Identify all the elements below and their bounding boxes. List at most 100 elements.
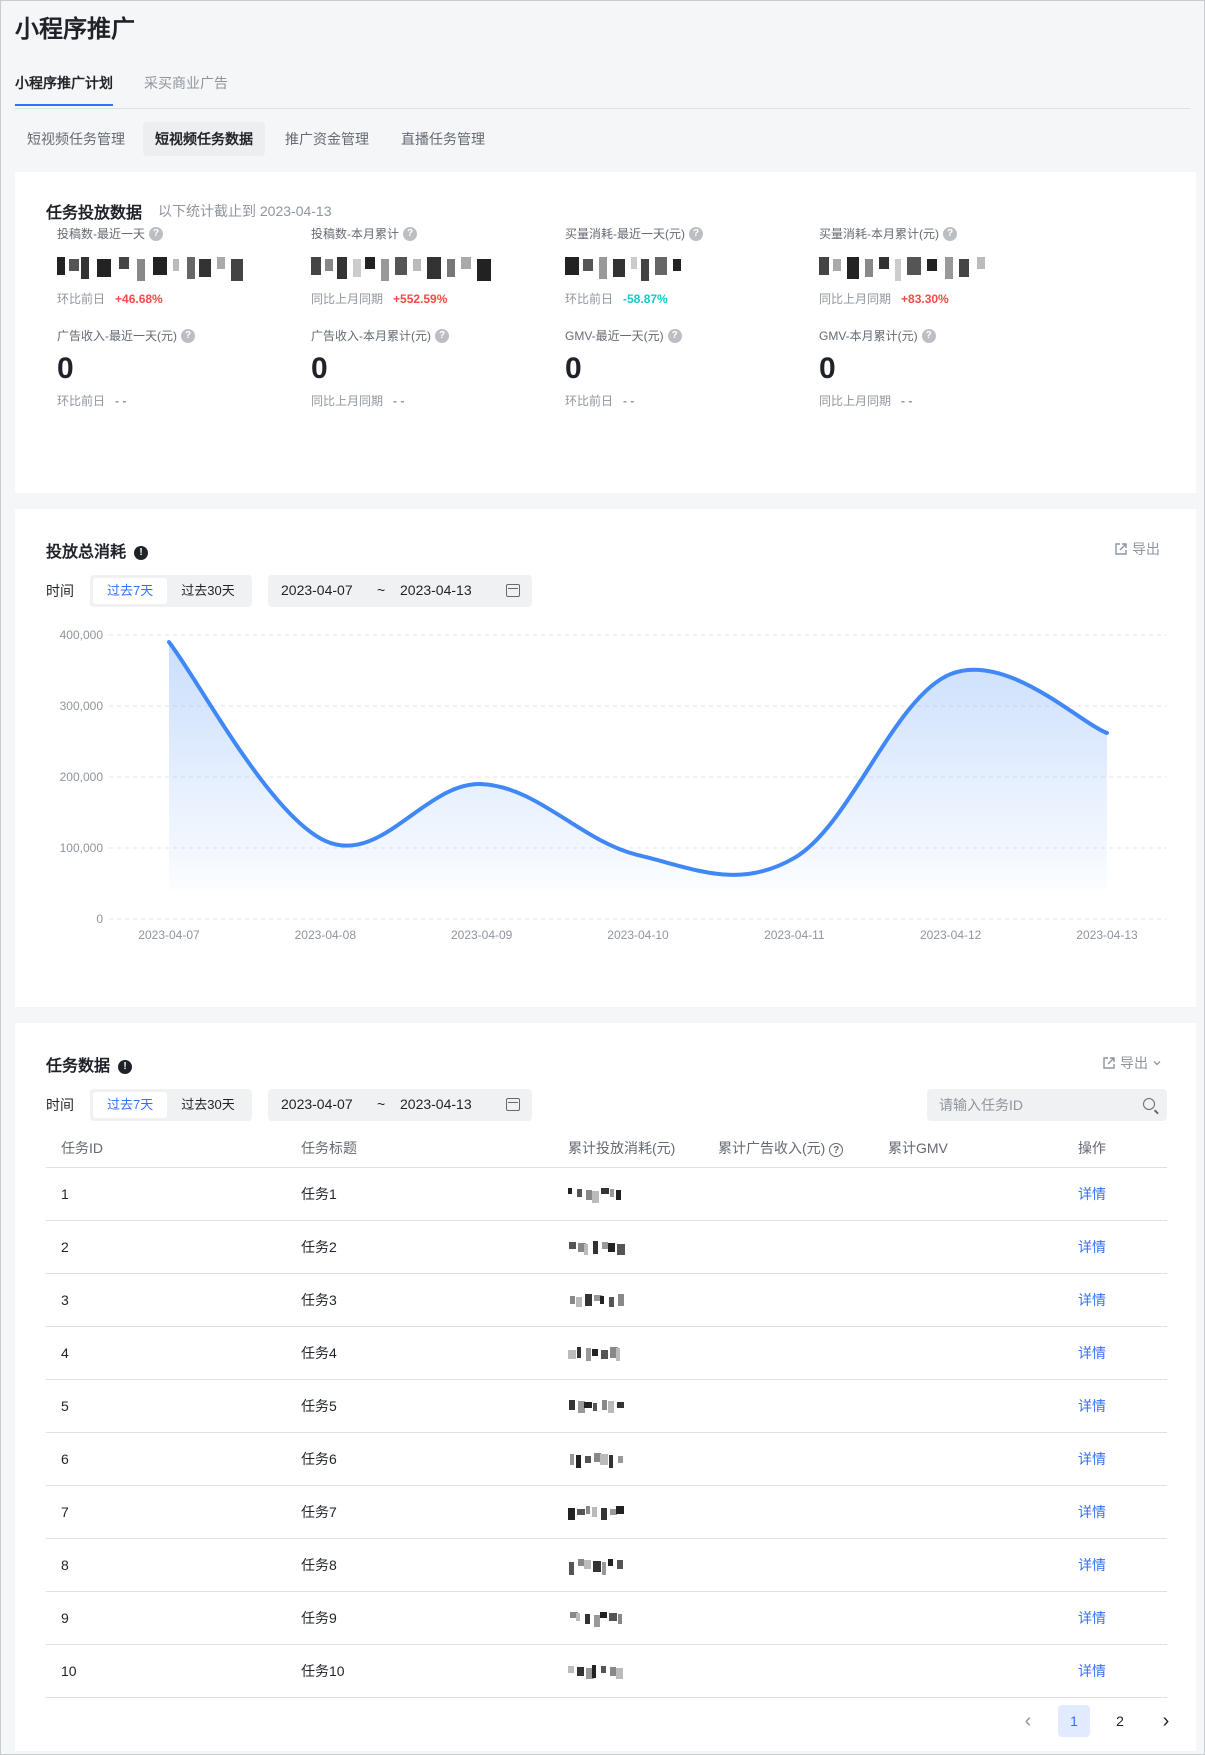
task-action-cell: 详情 — [1063, 1591, 1167, 1645]
stat-compare-label: 同比上月同期 — [819, 292, 892, 306]
tasks-date-range[interactable]: 2023-04-07 ~ 2023-04-13 — [268, 1089, 532, 1121]
spend-range-switch: 过去7天 过去30天 — [90, 575, 252, 607]
spend-date-range[interactable]: 2023-04-07 ~ 2023-04-13 — [268, 575, 532, 607]
help-icon[interactable]: ? — [921, 328, 936, 343]
detail-link[interactable]: 详情 — [1078, 1186, 1106, 1202]
tasks-card: 任务数据! 导出 时间 过去7天 过去30天 2023-04-07 ~ 2023… — [15, 1023, 1196, 1751]
help-icon[interactable]: ? — [943, 226, 957, 241]
tasks-date-end: 2023-04-13 — [400, 1096, 472, 1112]
spend-time-label: 时间 — [46, 583, 74, 599]
detail-link[interactable]: 详情 — [1078, 1504, 1106, 1520]
task-gmv-cell — [873, 1220, 1063, 1274]
stat-label-text: 买量消耗-本月累计(元) — [819, 227, 939, 241]
task-gmv-cell — [873, 1644, 1063, 1698]
subtab-video-task-data[interactable]: 短视频任务数据 — [143, 122, 265, 156]
spend-title-text: 投放总消耗 — [46, 544, 127, 561]
subtab-live-task-manage[interactable]: 直播任务管理 — [389, 122, 497, 156]
task-ad-revenue-cell — [703, 1485, 873, 1539]
masked-value — [568, 1664, 632, 1679]
search-icon[interactable] — [1143, 1098, 1155, 1110]
detail-link[interactable]: 详情 — [1078, 1663, 1106, 1679]
task-ad-revenue-cell — [703, 1273, 873, 1327]
stat-label-text: 广告收入-本月累计(元) — [311, 329, 431, 343]
table-row: 2 任务2 详情 — [46, 1220, 1167, 1274]
spend-range-7d[interactable]: 过去7天 — [93, 578, 168, 604]
task-id-cell: 5 — [46, 1379, 286, 1433]
stat-label: GMV-本月累计(元)? — [819, 327, 1079, 344]
detail-link[interactable]: 详情 — [1078, 1557, 1106, 1573]
task-spend-cell — [553, 1220, 703, 1274]
stat-value: 0 — [565, 352, 582, 385]
stat-compare: 同比上月同期 +83.30% — [819, 290, 1079, 307]
detail-link[interactable]: 详情 — [1078, 1451, 1106, 1467]
info-icon[interactable]: ! — [118, 1059, 133, 1074]
stat-compare: 环比前日 +46.68% — [57, 290, 317, 307]
spend-export-label: 导出 — [1132, 541, 1160, 557]
y-tick-label: 400,000 — [60, 628, 104, 642]
masked-value — [568, 1611, 632, 1627]
stat-compare-label: 同比上月同期 — [311, 394, 384, 408]
table-row: 9 任务9 详情 — [46, 1591, 1167, 1645]
table-row: 4 任务4 详情 — [46, 1326, 1167, 1380]
spend-range-30d[interactable]: 过去30天 — [167, 578, 248, 604]
overview-title: 任务投放数据 — [46, 205, 143, 222]
tab-buy-ads[interactable]: 采买商业广告 — [144, 73, 228, 105]
help-icon[interactable]: ? — [829, 1143, 844, 1158]
col-task-id: 任务ID — [46, 1129, 286, 1168]
detail-link[interactable]: 详情 — [1078, 1398, 1106, 1414]
task-spend-cell — [553, 1485, 703, 1539]
tasks-export-button[interactable]: 导出 — [1102, 1053, 1162, 1073]
help-icon[interactable]: ? — [149, 226, 163, 241]
help-icon[interactable]: ? — [667, 328, 682, 343]
detail-link[interactable]: 详情 — [1078, 1239, 1106, 1255]
stat-compare-value: +552.59% — [393, 292, 448, 306]
page-title: 小程序推广 — [15, 16, 135, 43]
task-id-cell: 9 — [46, 1591, 286, 1645]
task-search-input[interactable] — [927, 1089, 1127, 1121]
masked-value — [311, 253, 491, 283]
stat-label-text: 买量消耗-最近一天(元) — [565, 227, 685, 241]
help-icon[interactable]: ? — [403, 226, 417, 241]
stat-posts-last-day: 投稿数-最近一天? 环比前日 +46.68% — [57, 225, 317, 307]
stat-compare-value: - - — [393, 394, 405, 408]
masked-value — [568, 1293, 632, 1308]
stat-compare-label: 环比前日 — [57, 394, 106, 408]
task-ad-revenue-cell — [703, 1432, 873, 1486]
prev-page-button[interactable]: ‹ — [1012, 1705, 1044, 1737]
stat-value: 0 — [57, 352, 74, 385]
task-gmv-cell — [873, 1167, 1063, 1221]
subtab-fund-manage[interactable]: 推广资金管理 — [273, 122, 381, 156]
detail-link[interactable]: 详情 — [1078, 1292, 1106, 1308]
col-action: 操作 — [1063, 1129, 1167, 1168]
stat-compare: 同比上月同期 - - — [819, 392, 1079, 409]
stat-label: 买量消耗-最近一天(元)? — [565, 225, 825, 242]
x-tick-label: 2023-04-08 — [295, 928, 357, 939]
page-1-button[interactable]: 1 — [1058, 1705, 1090, 1737]
next-page-button[interactable]: › — [1150, 1705, 1182, 1737]
info-icon[interactable]: ! — [134, 545, 149, 560]
app-frame: 小程序推广 小程序推广计划 采买商业广告 短视频任务管理 短视频任务数据 推广资… — [0, 0, 1205, 1755]
tab-promotion-plan[interactable]: 小程序推广计划 — [15, 73, 113, 106]
help-icon[interactable]: ? — [181, 328, 195, 343]
help-icon[interactable]: ? — [435, 328, 449, 343]
stat-value: 0 — [311, 352, 328, 385]
detail-link[interactable]: 详情 — [1078, 1345, 1106, 1361]
tasks-range-30d[interactable]: 过去30天 — [167, 1092, 248, 1118]
help-icon[interactable]: ? — [689, 226, 703, 241]
task-id-cell: 10 — [46, 1644, 286, 1698]
task-title-cell: 任务6 — [286, 1432, 553, 1486]
task-action-cell: 详情 — [1063, 1644, 1167, 1698]
spend-date-sep: ~ — [377, 582, 386, 598]
spend-export-button[interactable]: 导出 — [1114, 539, 1160, 559]
overview-subtitle: 以下统计截止到 2023-04-13 — [158, 203, 332, 219]
stat-compare-label: 环比前日 — [565, 292, 614, 306]
stat-compare-value: - - — [115, 394, 127, 408]
stat-posts-month: 投稿数-本月累计? 同比上月同期 +552.59% — [311, 225, 571, 307]
detail-link[interactable]: 详情 — [1078, 1610, 1106, 1626]
subtab-video-task-manage[interactable]: 短视频任务管理 — [15, 122, 137, 156]
stat-buy-spend-month: 买量消耗-本月累计(元)? 同比上月同期 +83.30% — [819, 225, 1079, 307]
task-gmv-cell — [873, 1432, 1063, 1486]
page-2-button[interactable]: 2 — [1104, 1705, 1136, 1737]
tasks-range-7d[interactable]: 过去7天 — [93, 1092, 168, 1118]
masked-value — [568, 1558, 632, 1575]
